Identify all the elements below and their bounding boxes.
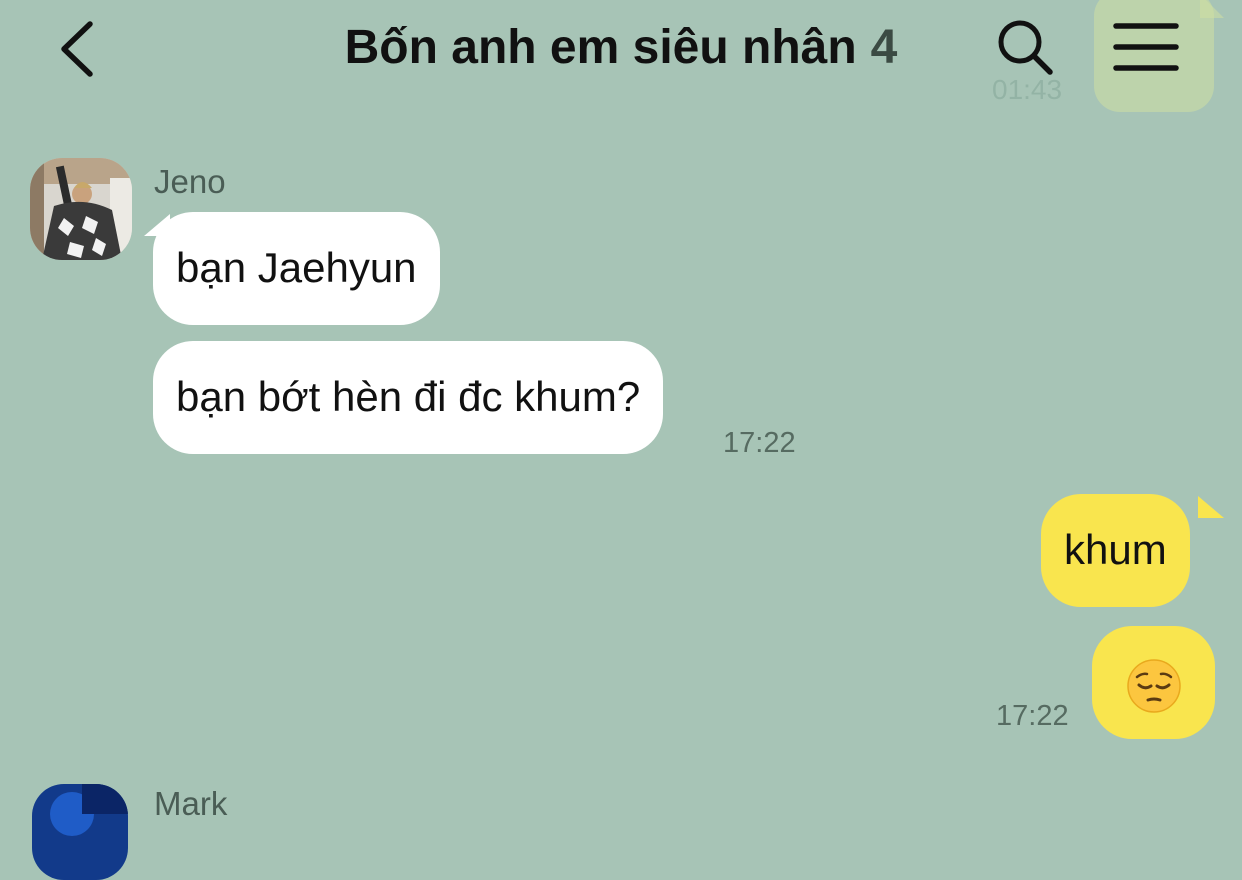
- bubble-tail: [1198, 496, 1224, 518]
- message-time: 17:22: [996, 700, 1069, 732]
- pensive-face-icon: [1126, 658, 1182, 719]
- message-bubble[interactable]: bạn Jaehyun: [153, 212, 440, 325]
- menu-button[interactable]: [1108, 18, 1184, 78]
- avatar-jeno[interactable]: [30, 158, 132, 260]
- sender-name: Jeno: [154, 163, 226, 200]
- message-text: bạn Jaehyun: [176, 244, 417, 291]
- message-text: bạn bớt hèn đi đc khum?: [176, 373, 641, 420]
- profile-photo: [30, 158, 132, 260]
- message-bubble[interactable]: khum: [1041, 494, 1190, 607]
- message-text: khum: [1064, 526, 1167, 573]
- avatar-mark[interactable]: [32, 784, 128, 880]
- message-bubble[interactable]: bạn bớt hèn đi đc khum?: [153, 341, 664, 454]
- search-button[interactable]: [992, 14, 1058, 80]
- member-count: 4: [870, 21, 898, 74]
- previous-message-tail: [1200, 0, 1224, 18]
- sender-name: Mark: [154, 785, 228, 822]
- message-time: 17:22: [723, 427, 796, 459]
- profile-photo: [32, 784, 128, 880]
- search-icon: [998, 20, 1053, 75]
- chat-name: Bốn anh em siêu nhân: [344, 21, 857, 74]
- hamburger-menu-icon: [1113, 23, 1179, 71]
- previous-message-time: 01:43: [992, 74, 1063, 105]
